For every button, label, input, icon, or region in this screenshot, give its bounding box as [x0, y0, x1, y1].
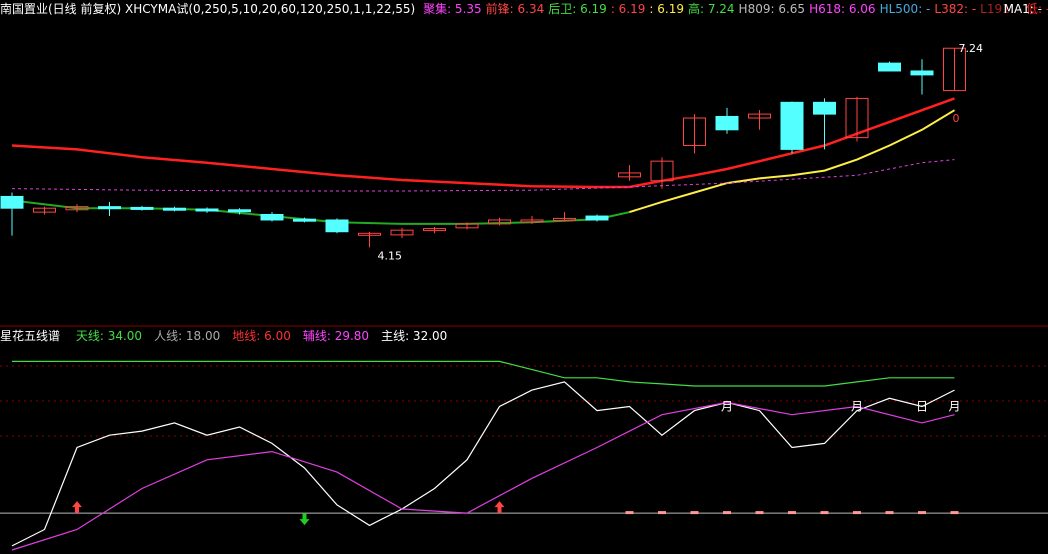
sub-text-label-3: 月: [949, 400, 961, 414]
dashed-support-line: [11, 159, 955, 192]
baseline-marker-20: [658, 511, 666, 515]
signal-arrow-1: [494, 501, 505, 514]
header-item-3: : 6.19: [610, 2, 646, 16]
header-items: 聚集: 5.35 前锋: 6.34 后卫: 6.19: 6.19: 6.19 高: 7…: [423, 2, 1048, 16]
main-header: 南国置业(日线 前复权) XHCYMA试(0,250,5,10,20,60,12…: [0, 0, 1048, 18]
sub-item-1: 人线: 18.00: [154, 329, 221, 343]
baseline-marker-21: [690, 511, 699, 515]
header-item-9: L382: -: [934, 2, 977, 16]
candle-body-3: [98, 206, 121, 210]
sub-item-2: 地线: 6.00: [232, 329, 291, 343]
sub-item-3: 辅线: 29.80: [302, 329, 370, 343]
sub-text-label-2: 日: [916, 400, 928, 414]
header-item-6: H809: 6.65: [738, 2, 806, 16]
header-item-1: 前锋: 6.34: [485, 2, 545, 16]
stock-title: 南国置业(日线 前复权): [0, 2, 122, 16]
baseline-marker-29: [950, 511, 959, 515]
candle-body-7: [228, 209, 251, 213]
sub-line-zhuxian: [11, 381, 955, 547]
sub-text-label-1: 月: [851, 400, 863, 414]
chart-stage: 7.24 4.15 0 月 月 日 月 南国置业(日线 前复权) XHCYMA试(0,250…: [0, 0, 1048, 554]
baseline-marker-26: [853, 511, 861, 515]
indicator-params: XHCYMA试(0,250,5,10,20,60,120,250,1,1,22,…: [125, 2, 416, 16]
sub-item-0: 天线: 34.00: [75, 329, 143, 343]
header-item-5: 高: 7.24: [687, 2, 735, 16]
candle-body-4: [130, 206, 154, 210]
candle-body-9: [293, 218, 316, 222]
baseline-marker-25: [820, 511, 829, 515]
candle-body-10: [325, 219, 349, 233]
header-item-4: : 6.19: [649, 2, 684, 16]
zero-label: 0: [953, 112, 960, 125]
baseline-marker-23: [755, 511, 764, 515]
baseline-marker-24: [788, 511, 796, 515]
signal-arrow-2: [299, 513, 310, 526]
baseline-marker-22: [723, 511, 731, 515]
candle-body-0: [0, 195, 24, 209]
sub-header-items: 天线: 34.00 人线: 18.00 地线: 6.00 辅线: 29.80 主线: 3…: [68, 329, 451, 343]
chart-canvas: 7.24 4.15 0 月 月 日 月: [0, 42, 1048, 551]
sub-line-fuxian: [11, 401, 955, 551]
header-item-7: H618: 6.06: [809, 2, 876, 16]
baseline-marker-27: [885, 511, 894, 515]
header-item-2: 后卫: 6.19: [548, 2, 607, 16]
candle-body-25: [813, 101, 836, 115]
candle-body-22: [715, 115, 739, 131]
candle-body-28: [910, 70, 934, 76]
sub-header: 星花五线谱 天线: 34.00 人线: 18.00 地线: 6.00 辅线: 29.8…: [0, 327, 455, 345]
high-price-label: 7.24: [959, 42, 984, 55]
low-price-label: 4.15: [378, 249, 403, 262]
sub-item-4: 主线: 32.00: [381, 329, 448, 343]
candle-body-24: [780, 101, 804, 150]
baseline-marker-28: [918, 511, 926, 515]
sub-line-tianxian: [12, 360, 955, 387]
ma1-label: MA1: -: [1003, 2, 1042, 16]
header-item-0: 聚集: 5.35: [423, 2, 482, 16]
candle-body-18: [585, 215, 609, 221]
candle-body-6: [195, 208, 219, 212]
signal-arrow-0: [72, 501, 82, 514]
candle-body-8: [260, 213, 284, 221]
baseline-marker-19: [625, 511, 634, 515]
header-item-8: HL500: -: [879, 2, 931, 16]
candle-body-27: [878, 62, 901, 72]
sub-title: 星花五线谱: [0, 329, 61, 343]
candle-body-5: [163, 207, 186, 211]
sub-text-label-0: 月: [721, 400, 733, 414]
